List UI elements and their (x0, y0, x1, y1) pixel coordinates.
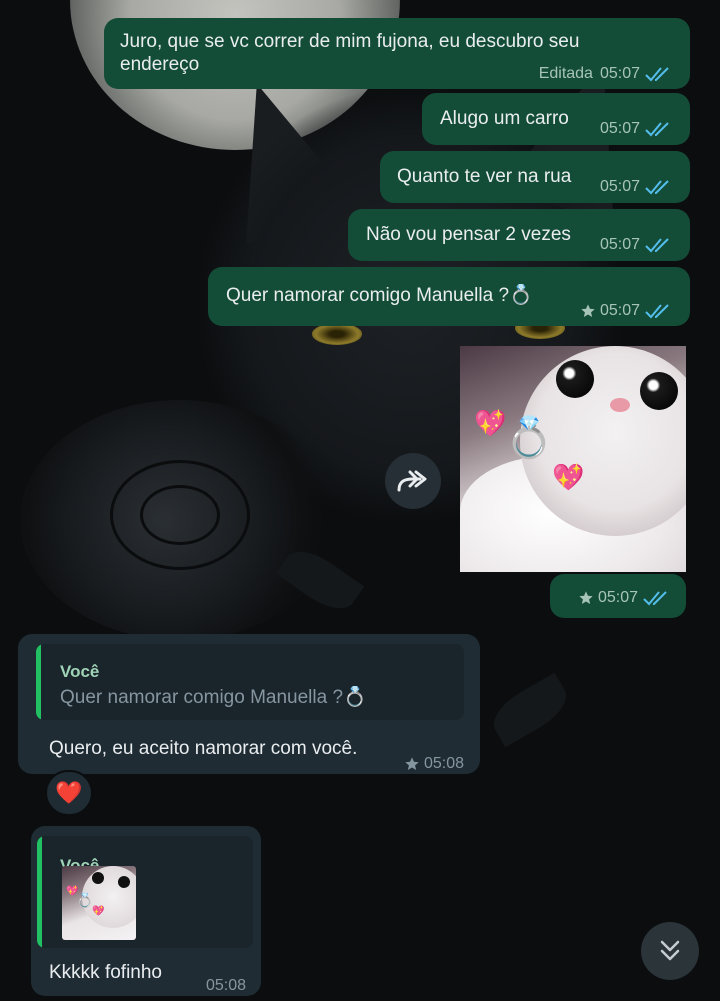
message-text: Alugo um carro (440, 108, 569, 129)
star-icon (579, 590, 593, 604)
message-meta: 05:08 (404, 752, 464, 775)
star-icon (405, 756, 419, 770)
message-time: 05:08 (205, 977, 246, 994)
message-meta: 05:07 (600, 117, 674, 140)
message-time: 05:07 (599, 178, 640, 195)
shared-photo[interactable]: 💖 💍 💖 (460, 346, 686, 572)
message-time: 05:07 (597, 589, 638, 606)
outgoing-message[interactable]: Quanto te ver na rua 05:07 (380, 151, 690, 203)
photo-cat-eye (640, 372, 678, 410)
outgoing-message[interactable]: Juro, que se vc correr de mim fujona, eu… (104, 18, 690, 89)
sparkling-heart-emoji: 💖 (474, 408, 507, 438)
outgoing-message[interactable]: Quer namorar comigo Manuella ?💍 05:07 (208, 267, 690, 326)
message-text: Quer namorar comigo Manuella ?💍 (226, 285, 533, 306)
outgoing-message[interactable]: Não vou pensar 2 vezes 05:07 (348, 209, 690, 261)
quote-author: Você (60, 662, 100, 681)
double-check-icon (645, 237, 669, 252)
message-time: 05:07 (599, 236, 640, 253)
quote-bar (36, 644, 41, 720)
double-check-icon (645, 121, 669, 136)
message-meta: 05:08 (206, 974, 246, 997)
quote-text: Quer namorar comigo Manuella ?💍 (60, 687, 367, 708)
message-text: Quero, eu aceito namorar com você. (49, 738, 358, 759)
forward-icon (397, 470, 427, 492)
message-text: Kkkkk fofinho (49, 962, 162, 983)
message-text: Não vou pensar 2 vezes (366, 224, 571, 245)
quoted-message[interactable]: Você Quer namorar comigo Manuella ?💍 (36, 644, 464, 720)
edited-label: Editada (538, 65, 593, 82)
outgoing-message[interactable]: Alugo um carro 05:07 (422, 93, 690, 145)
message-meta: 05:07 (600, 175, 674, 198)
message-time: 05:07 (599, 65, 640, 82)
double-check-icon (645, 303, 669, 318)
double-chevron-down-icon (660, 940, 680, 961)
message-meta: 05:07 (580, 299, 674, 322)
incoming-message[interactable]: Você Quer namorar comigo Manuella ?💍 Que… (18, 634, 480, 774)
message-time: 05:07 (599, 302, 640, 319)
double-check-icon (645, 66, 669, 81)
message-time: 05:08 (423, 755, 464, 772)
photo-cat-nose (610, 398, 630, 412)
message-time: 05:07 (599, 120, 640, 137)
reaction-badge[interactable]: ❤️ (45, 770, 93, 816)
scroll-to-bottom-button[interactable] (641, 922, 699, 980)
sparkling-heart-emoji: 💖 (552, 462, 585, 492)
star-icon (581, 303, 595, 317)
message-text: Quanto te ver na rua (397, 166, 572, 187)
message-meta: Editada 05:07 (539, 62, 674, 85)
photo-meta-bubble: 05:07 (550, 574, 686, 618)
quoted-photo-thumbnail: 💖 💍 💖 (62, 866, 136, 940)
message-meta: 05:07 (600, 233, 674, 256)
ring-emoji: 💍 (504, 416, 554, 460)
photo-cat-eye (556, 360, 594, 398)
forward-button[interactable] (385, 453, 441, 509)
message-meta: 05:07 (578, 586, 672, 609)
double-check-icon (643, 590, 667, 605)
heart-reaction-emoji: ❤️ (55, 780, 83, 805)
quote-bar (37, 836, 42, 948)
message-list: Juro, que se vc correr de mim fujona, eu… (0, 0, 720, 1001)
double-check-icon (645, 179, 669, 194)
